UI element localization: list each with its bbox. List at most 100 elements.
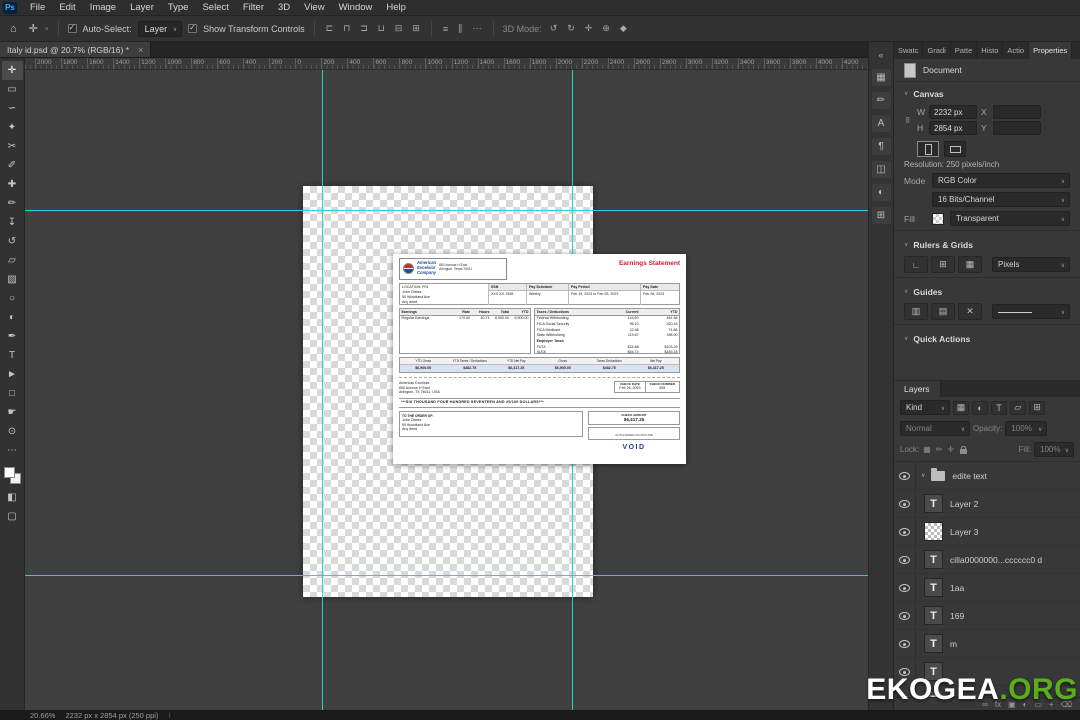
align-bottom-edges-icon[interactable]: ⊔: [376, 23, 387, 34]
path-selection-tool[interactable]: ►: [2, 365, 23, 384]
quick-mask-icon[interactable]: ◧: [2, 488, 23, 507]
menu-3d[interactable]: 3D: [271, 0, 297, 15]
brush-tool[interactable]: ✏: [2, 194, 23, 213]
photoshop-logo[interactable]: Ps: [3, 1, 17, 14]
dodge-tool[interactable]: ◐: [2, 308, 23, 327]
layer-filter-kind-select[interactable]: Kind: [900, 400, 950, 415]
layer-name[interactable]: cilla0000000...cccccc0 d: [950, 555, 1042, 565]
zoom-tool[interactable]: ⊙: [2, 422, 23, 441]
layer-visibility-toggle[interactable]: [894, 546, 916, 573]
align-horizontal-centers-icon[interactable]: ⊟: [393, 23, 405, 34]
3d-drag-icon[interactable]: ✛: [583, 23, 595, 34]
align-top-edges-icon[interactable]: ⊓: [341, 23, 352, 34]
guide-style-select[interactable]: [992, 304, 1070, 319]
gradient-tool[interactable]: ▨: [2, 270, 23, 289]
collapse-panels-icon[interactable]: «: [872, 46, 891, 63]
layer-fill-select[interactable]: 100%: [1034, 442, 1074, 457]
lock-image-pixels-icon[interactable]: ✏: [935, 445, 944, 454]
color-mode-select[interactable]: RGB Color: [932, 173, 1070, 188]
tab-layers[interactable]: Layers: [894, 381, 941, 397]
zoom-level[interactable]: 20.66%: [30, 711, 55, 720]
layer-row-group[interactable]: ∨ edite text: [894, 462, 1080, 490]
lasso-tool[interactable]: ∽: [2, 99, 23, 118]
3d-rotate-icon[interactable]: ↺: [548, 23, 560, 34]
layer-row[interactable]: T m: [894, 630, 1080, 658]
landscape-orientation-icon[interactable]: [944, 141, 966, 157]
layer-visibility-toggle[interactable]: [894, 462, 916, 489]
layer-name[interactable]: 169: [950, 611, 964, 621]
canvas-section-header[interactable]: ∨ Canvas: [904, 84, 1070, 103]
pen-tool[interactable]: ✒: [2, 327, 23, 346]
menu-layer[interactable]: Layer: [123, 0, 161, 15]
toggle-rulers-icon[interactable]: ∟: [904, 256, 928, 273]
blend-mode-select[interactable]: Normal: [900, 421, 970, 436]
align-left-edges-icon[interactable]: ⊏: [324, 23, 336, 34]
ruler-units-select[interactable]: Pixels: [992, 257, 1070, 272]
layer-row[interactable]: T 1aa: [894, 574, 1080, 602]
paragraph-panel-icon[interactable]: ¶: [871, 138, 891, 155]
layer-visibility-toggle[interactable]: [894, 574, 916, 601]
y-field[interactable]: [993, 121, 1041, 135]
layer-visibility-toggle[interactable]: [894, 630, 916, 657]
quick-actions-section-header[interactable]: ∨ Quick Actions: [904, 329, 1070, 348]
tab-properties[interactable]: Properties: [1029, 42, 1073, 59]
align-vertical-centers-icon[interactable]: ⊞: [410, 23, 422, 34]
width-field[interactable]: 2232 px: [929, 105, 977, 119]
layer-name[interactable]: m: [950, 639, 957, 649]
layer-row[interactable]: Layer 3: [894, 518, 1080, 546]
type-layer-thumbnail[interactable]: T: [924, 606, 943, 625]
home-icon[interactable]: ⌂: [7, 23, 20, 35]
bit-depth-select[interactable]: 16 Bits/Channel: [932, 192, 1070, 207]
rectangle-tool[interactable]: □: [2, 384, 23, 403]
filter-adjustment-layers-icon[interactable]: ◐: [972, 400, 988, 415]
new-guide-layout-icon[interactable]: ▥: [904, 303, 928, 320]
libraries-panel-icon[interactable]: ◫: [871, 161, 891, 178]
show-transform-controls-checkbox[interactable]: [188, 23, 198, 33]
blur-tool[interactable]: ○: [2, 289, 23, 308]
menu-image[interactable]: Image: [83, 0, 123, 15]
tab-swatches[interactable]: Swatc: [894, 42, 924, 59]
adjustments-panel-icon[interactable]: ◐: [871, 184, 891, 201]
menu-file[interactable]: File: [23, 0, 52, 15]
document-tab[interactable]: Italy id.psd @ 20.7% (RGB/16) * ×: [0, 42, 152, 57]
menu-filter[interactable]: Filter: [236, 0, 271, 15]
menu-window[interactable]: Window: [332, 0, 380, 15]
info-panel-icon[interactable]: ⊞: [871, 207, 891, 224]
portrait-orientation-icon[interactable]: [917, 141, 939, 157]
eyedropper-tool[interactable]: ✐: [2, 156, 23, 175]
crop-tool[interactable]: ✂: [2, 137, 23, 156]
toggle-pixel-grid-icon[interactable]: ▦: [958, 256, 982, 273]
layer-visibility-toggle[interactable]: [894, 518, 916, 545]
layer-name[interactable]: edite text: [952, 471, 987, 481]
type-layer-thumbnail[interactable]: T: [924, 578, 943, 597]
image-layer-thumbnail[interactable]: [924, 522, 943, 541]
guides-section-header[interactable]: ∨ Guides: [904, 282, 1070, 301]
tab-gradients[interactable]: Gradi: [923, 42, 951, 59]
layer-visibility-toggle[interactable]: [894, 490, 916, 517]
menu-type[interactable]: Type: [161, 0, 196, 15]
tab-histogram[interactable]: Histo: [977, 42, 1004, 59]
distribute-horizontal-icon[interactable]: ≡: [441, 24, 450, 34]
type-tool[interactable]: T: [2, 346, 23, 365]
layer-name[interactable]: Layer 2: [950, 499, 978, 509]
lock-position-icon[interactable]: ✛: [946, 445, 955, 454]
screen-mode-icon[interactable]: ▢: [2, 507, 23, 526]
opacity-select[interactable]: 100%: [1005, 421, 1048, 436]
spot-healing-tool[interactable]: ✚: [2, 175, 23, 194]
lock-all-icon[interactable]: [960, 445, 968, 454]
rectangular-marquee-tool[interactable]: ▭: [2, 80, 23, 99]
filter-smart-objects-icon[interactable]: ⊞: [1029, 400, 1045, 415]
menu-help[interactable]: Help: [379, 0, 413, 15]
canvas-fill-select[interactable]: Transparent: [950, 211, 1070, 226]
auto-select-checkbox[interactable]: [67, 23, 77, 33]
menu-edit[interactable]: Edit: [52, 0, 82, 15]
brushes-panel-icon[interactable]: ✏: [871, 92, 891, 109]
canvas-area[interactable]: American Excelsior Company 850 Avenue H …: [25, 70, 868, 710]
clear-guides-icon[interactable]: ✕: [958, 303, 982, 320]
clone-stamp-tool[interactable]: ↧: [2, 213, 23, 232]
foreground-color-swatch[interactable]: [3, 467, 15, 478]
x-field[interactable]: [993, 105, 1041, 119]
history-brush-tool[interactable]: ↺: [2, 232, 23, 251]
rulers-grids-section-header[interactable]: ∨ Rulers & Grids: [904, 235, 1070, 254]
close-tab-icon[interactable]: ×: [138, 45, 143, 55]
